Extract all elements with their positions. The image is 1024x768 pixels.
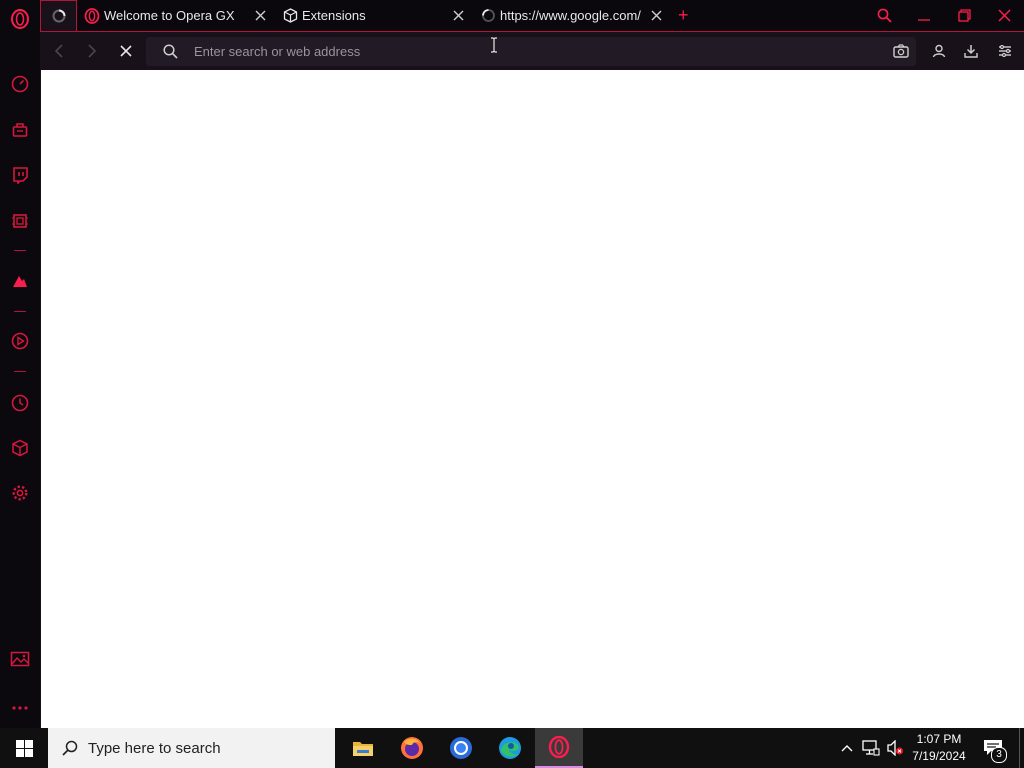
- address-input[interactable]: [194, 42, 874, 61]
- notification-count-badge: 3: [991, 747, 1007, 763]
- firefox-icon[interactable]: [388, 728, 436, 768]
- tab-label: https://www.google.com/s: [500, 8, 641, 23]
- gx-corner-icon[interactable]: [9, 119, 31, 141]
- search-tabs-icon[interactable]: [872, 3, 896, 27]
- account-icon[interactable]: [927, 39, 951, 63]
- show-hidden-icons-chevron-icon[interactable]: [837, 728, 857, 768]
- opera-gx-icon[interactable]: [535, 728, 583, 768]
- history-icon[interactable]: [9, 392, 31, 414]
- tab-google[interactable]: https://www.google.com/s: [481, 0, 641, 31]
- loading-spinner-icon: [481, 8, 496, 23]
- text-cursor-icon: [490, 37, 498, 53]
- player-icon[interactable]: [9, 330, 31, 352]
- cube-icon: [283, 8, 298, 23]
- taskbar-search-box[interactable]: Type here to search: [48, 728, 335, 768]
- tab-extensions[interactable]: Extensions: [283, 0, 463, 31]
- toolbar: [40, 31, 1024, 70]
- volume-muted-icon[interactable]: [884, 728, 906, 768]
- downloads-icon[interactable]: [959, 39, 983, 63]
- easy-setup-icon[interactable]: [993, 39, 1017, 63]
- tab-label: Extensions: [302, 8, 366, 23]
- network-icon[interactable]: [860, 728, 882, 768]
- tab-label: Welcome to Opera GX: [104, 8, 235, 23]
- address-bar: [146, 37, 916, 66]
- stop-loading-button[interactable]: [114, 39, 138, 63]
- taskbar: Type here to search 1:07 PM 7/19/2024 3: [0, 728, 1024, 768]
- plus-icon: +: [678, 5, 689, 25]
- more-icon[interactable]: [9, 697, 31, 719]
- sidebar-divider: [14, 371, 26, 372]
- extensions-icon[interactable]: [9, 437, 31, 459]
- search-icon: [163, 44, 178, 59]
- taskbar-search-placeholder: Type here to search: [88, 739, 221, 757]
- clock[interactable]: 1:07 PM 7/19/2024: [905, 731, 973, 765]
- page-content: [41, 37, 1024, 728]
- restore-icon[interactable]: [952, 3, 976, 27]
- settings-icon[interactable]: [9, 482, 31, 504]
- sidebar-divider: [14, 311, 26, 312]
- new-tab-button[interactable]: +: [678, 0, 696, 31]
- sidebar: [0, 0, 41, 728]
- close-window-icon[interactable]: [992, 3, 1016, 27]
- feather-icon[interactable]: [9, 270, 31, 292]
- close-tab-icon[interactable]: [253, 8, 267, 22]
- loading-spinner-icon: [52, 9, 66, 23]
- clock-date: 7/19/2024: [912, 749, 966, 763]
- wallpaper-icon[interactable]: [9, 648, 31, 670]
- minimize-icon[interactable]: [912, 3, 936, 27]
- gx-control-icon[interactable]: [9, 73, 31, 95]
- tab-strip: Welcome to Opera GX Extensions https://w…: [40, 0, 1024, 32]
- tab-loading-active[interactable]: [40, 0, 77, 32]
- snapshot-camera-icon[interactable]: [893, 44, 909, 58]
- twitch-icon[interactable]: [9, 164, 31, 186]
- notifications-icon[interactable]: 3: [978, 728, 1008, 768]
- close-tab-icon[interactable]: [649, 8, 663, 22]
- start-button[interactable]: [0, 728, 48, 768]
- file-explorer-icon[interactable]: [339, 728, 387, 768]
- forward-button[interactable]: [80, 39, 104, 63]
- search-icon: [62, 740, 78, 756]
- clock-time: 1:07 PM: [916, 732, 962, 746]
- sidebar-divider: [14, 250, 26, 251]
- tab-welcome[interactable]: Welcome to Opera GX: [84, 0, 274, 31]
- show-desktop-button[interactable]: [1019, 728, 1024, 768]
- back-button[interactable]: [47, 39, 71, 63]
- close-tab-icon[interactable]: [451, 8, 465, 22]
- chrome-icon[interactable]: [437, 728, 485, 768]
- cpu-limiter-icon[interactable]: [9, 210, 31, 232]
- opera-icon: [84, 7, 100, 24]
- edge-icon[interactable]: [486, 728, 534, 768]
- opera-logo-icon[interactable]: [9, 8, 31, 30]
